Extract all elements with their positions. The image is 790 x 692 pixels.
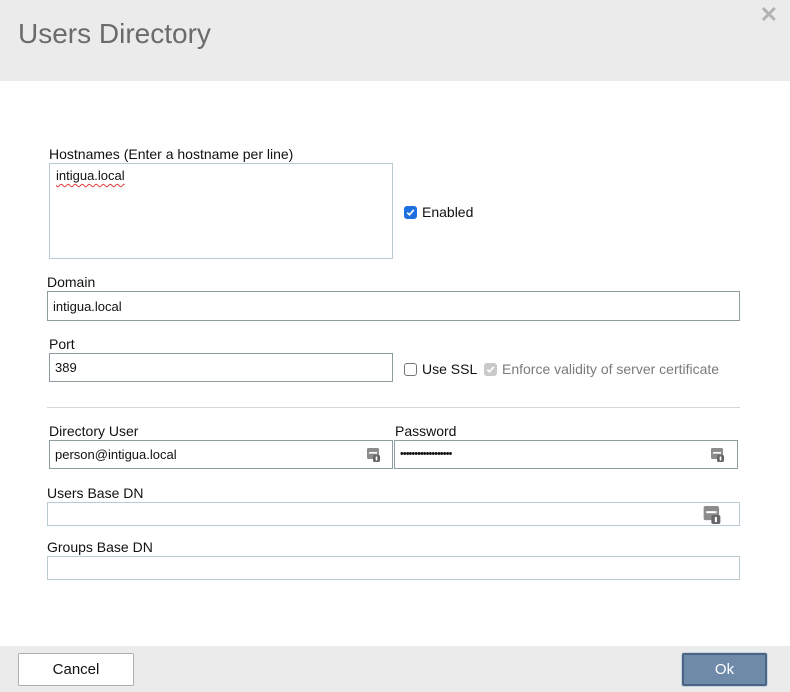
checkbox-checked-icon[interactable] [404, 205, 417, 219]
users-base-dn-input[interactable] [47, 502, 740, 526]
use-ssl-label: Use SSL [422, 361, 478, 377]
password-manager-icon[interactable] [703, 506, 721, 524]
groups-base-dn-label: Groups Base DN [47, 539, 153, 555]
enabled-checkbox[interactable]: Enabled [404, 204, 473, 220]
hostnames-label: Hostnames (Enter a hostname per line) [49, 146, 294, 162]
port-input[interactable] [49, 353, 393, 382]
section-divider [47, 407, 740, 408]
cancel-button[interactable]: Cancel [18, 653, 134, 686]
password-manager-icon[interactable] [367, 448, 380, 462]
enforce-cert-label: Enforce validity of server certificate [502, 361, 720, 377]
dialog-title: Users Directory [18, 18, 211, 49]
enabled-label: Enabled [422, 204, 474, 220]
password-input[interactable]: •••••••••••••••••• [394, 440, 738, 469]
hostnames-textarea[interactable]: intigua.local [49, 163, 393, 259]
domain-input[interactable] [47, 291, 740, 321]
domain-label: Domain [47, 274, 96, 290]
ok-button[interactable]: Ok [682, 653, 767, 686]
close-icon[interactable]: ✕ [760, 3, 778, 27]
directory-user-label: Directory User [49, 423, 139, 439]
dialog-header: Users Directory ✕ [0, 0, 790, 81]
checkbox-unchecked-icon[interactable] [404, 362, 417, 376]
users-base-dn-label: Users Base DN [47, 485, 144, 501]
port-label: Port [49, 336, 75, 352]
enforce-cert-checkbox: Enforce validity of server certificate [484, 361, 719, 377]
use-ssl-checkbox[interactable]: Use SSL [404, 361, 477, 377]
password-value: •••••••••••••••••• [400, 448, 452, 460]
hostnames-value: intigua.local [56, 168, 125, 183]
directory-user-input[interactable] [49, 440, 393, 469]
groups-base-dn-input[interactable] [47, 556, 740, 580]
password-manager-icon[interactable] [711, 448, 724, 462]
password-label: Password [395, 423, 457, 439]
checkbox-disabled-icon [484, 362, 497, 376]
